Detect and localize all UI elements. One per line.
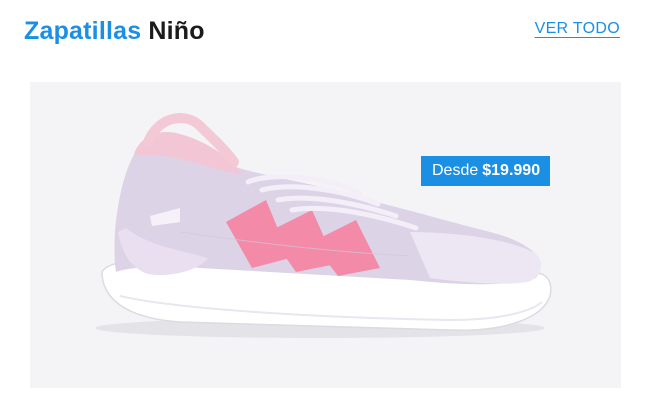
section-header: Zapatillas Niño VER TODO (0, 0, 650, 64)
price-amount: $19.990 (482, 162, 541, 179)
section-title: Zapatillas Niño (24, 17, 205, 46)
price-prefix: Desde (432, 162, 479, 179)
view-all-link[interactable]: VER TODO (535, 20, 620, 38)
title-accent: Zapatillas (24, 17, 142, 45)
price-badge: Desde $19.990 (421, 156, 551, 186)
sneaker-image (95, 113, 552, 338)
title-rest: Niño (148, 17, 205, 45)
product-card[interactable]: Desde $19.990 (30, 82, 621, 388)
